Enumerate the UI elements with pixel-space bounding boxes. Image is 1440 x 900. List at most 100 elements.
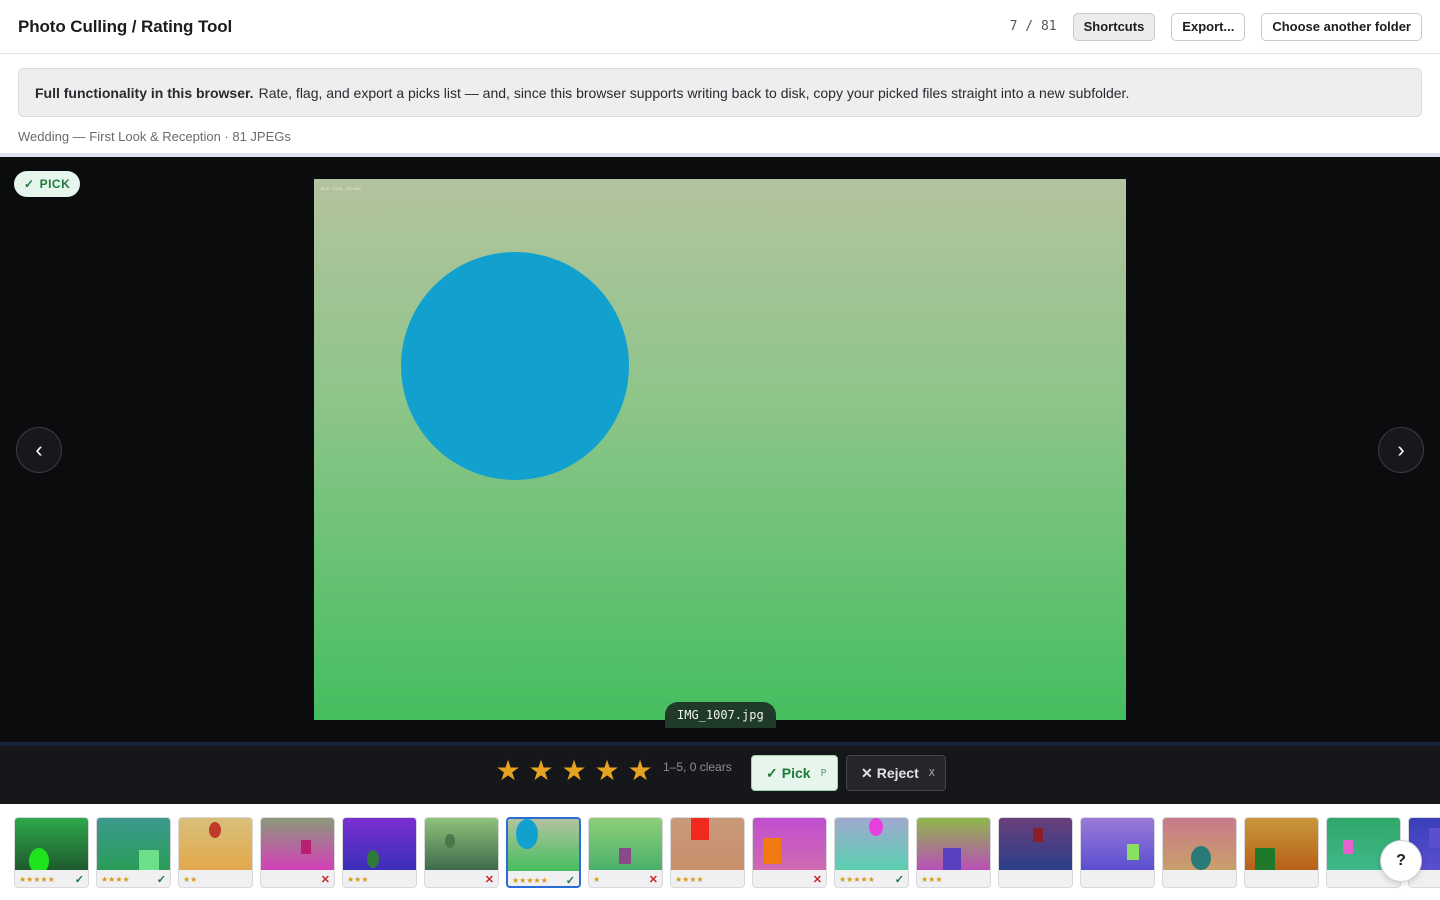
close-icon: ✕ (861, 764, 873, 781)
check-icon: ✓ (24, 177, 35, 191)
banner-text: Rate, flag, and export a picks list — an… (258, 84, 1130, 101)
thumbnail-subject-shape (29, 848, 49, 870)
thumbnail-subject-shape (209, 822, 221, 838)
top-bar-actions: 7 / 81 Shortcuts Export... Choose anothe… (1010, 12, 1422, 41)
thumbnail-subject-shape (943, 848, 961, 870)
thumbnail-image (1163, 818, 1236, 870)
filmstrip-thumbnail[interactable]: ★★★★★ ✓ (14, 817, 89, 888)
thumbnail-image (261, 818, 334, 870)
thumbnail-subject-shape (1127, 844, 1139, 860)
close-icon: ✕ (320, 873, 330, 886)
thumbnail-subject-shape (1429, 828, 1440, 848)
thumbnail-status-bar: ★★★★★ ✓ (835, 870, 908, 887)
filmstrip-thumbnail[interactable]: ✕ (424, 817, 499, 888)
star-icon[interactable]: ★ (627, 757, 653, 785)
thumbnail-status-bar: ★★★★ (671, 870, 744, 887)
thumbnail-image (835, 818, 908, 870)
thumbnail-status-bar: ★★★ (343, 870, 416, 887)
filmstrip-thumbnail[interactable]: ★★★★ (670, 817, 745, 888)
filmstrip-thumbnail[interactable]: ✕ (752, 817, 827, 888)
thumbnail-status-bar (1245, 870, 1318, 887)
reject-button[interactable]: ✕ Reject X (846, 755, 946, 791)
filmstrip-thumbnail[interactable]: ★★★ (916, 817, 991, 888)
thumbnail-status-bar (999, 870, 1072, 887)
filmstrip-thumbnail[interactable] (1244, 817, 1319, 888)
thumbnail-status-bar: ✕ (261, 870, 334, 887)
check-icon: ✓ (894, 873, 904, 886)
filmstrip-thumbnail[interactable]: ★★ (178, 817, 253, 888)
check-icon: ✓ (156, 873, 166, 886)
thumbnail-status-bar: ★★★★★ ✓ (508, 871, 579, 887)
thumbnail-status-bar: ★★★★ ✓ (97, 870, 170, 887)
app-title: Photo Culling / Rating Tool (18, 16, 233, 36)
thumbnail-subject-shape (1033, 828, 1043, 842)
thumbnail-image (1245, 818, 1318, 870)
main-photo: f/2.8 · 1/125 · ISO 400 (314, 179, 1126, 720)
banner-bold-text: Full functionality in this browser. (35, 84, 254, 101)
thumbnail-subject-shape (516, 819, 538, 849)
thumbnail-status-bar: ✕ (425, 870, 498, 887)
photo-viewer: ✓ PICK ‹ f/2.8 · 1/125 · ISO 400 IMG_100… (0, 157, 1440, 742)
photo-exif-overlay: f/2.8 · 1/125 · ISO 400 (321, 186, 361, 191)
thumbnail-stars: ★★★★★ (839, 874, 875, 884)
photo-filename: IMG_1007.jpg (665, 702, 776, 728)
thumbnail-subject-shape (1343, 840, 1353, 854)
thumbnail-subject-shape (869, 818, 883, 836)
thumbnail-filmstrip[interactable]: ★★★★★ ✓ ★★★★ ✓ ★★ ✕ ★★★ ✕ ★★★★★ ✓ ★ ✕ ★★★★ ✕ ★★★★★ ✓ ★★★ (0, 804, 1440, 900)
thumbnail-image (508, 819, 579, 871)
reject-button-label: Reject (876, 765, 919, 781)
thumbnail-stars: ★★★★ (101, 874, 130, 884)
thumbnail-stars: ★★★★★ (19, 874, 55, 884)
album-subtitle: Wedding — First Look & Reception · 81 JP… (18, 129, 291, 144)
close-icon: ✕ (484, 873, 494, 886)
top-bar: Photo Culling / Rating Tool 7 / 81 Short… (0, 0, 1440, 54)
thumbnail-subject-shape (1191, 846, 1211, 870)
filmstrip-thumbnail[interactable]: ★★★★★ ✓ (506, 817, 581, 888)
close-icon: ✕ (812, 873, 822, 886)
shortcuts-button[interactable]: Shortcuts (1072, 12, 1156, 41)
thumbnail-image (343, 818, 416, 870)
thumbnail-image (425, 818, 498, 870)
help-button[interactable]: ? (1380, 840, 1422, 882)
thumbnail-image (179, 818, 252, 870)
thumbnail-subject-shape (367, 850, 379, 868)
capability-banner: Full functionality in this browser. Rate… (18, 68, 1422, 117)
thumbnail-stars: ★★★ (347, 874, 369, 884)
pick-shortcut-key: P (820, 767, 827, 779)
thumbnail-image (999, 818, 1072, 870)
filmstrip-thumbnail[interactable]: ★★★ (342, 817, 417, 888)
chevron-left-icon: ‹ (35, 437, 43, 462)
chevron-right-icon: › (1397, 437, 1405, 462)
thumbnail-status-bar: ★ ✕ (589, 870, 662, 887)
thumbnail-image (753, 818, 826, 870)
filmstrip-thumbnail[interactable]: ★★★★ ✓ (96, 817, 171, 888)
thumbnail-image (15, 818, 88, 870)
thumbnail-status-bar (1081, 870, 1154, 887)
pick-button[interactable]: ✓ Pick P (751, 755, 838, 791)
next-photo-button[interactable]: › (1378, 427, 1424, 473)
check-icon: ✓ (74, 873, 84, 886)
rating-controls: ★ ★ ★ ★ ★ 1–5, 0 clears ✓ Pick P ✕ Reject X (0, 746, 1440, 804)
star-icon[interactable]: ★ (561, 757, 587, 785)
previous-photo-button[interactable]: ‹ (16, 427, 62, 473)
thumbnail-stars: ★★★ (921, 874, 943, 884)
filmstrip-thumbnail[interactable] (1162, 817, 1237, 888)
filmstrip-thumbnail[interactable] (998, 817, 1073, 888)
choose-folder-button[interactable]: Choose another folder (1261, 12, 1422, 41)
star-icon[interactable]: ★ (495, 757, 521, 785)
thumbnail-stars: ★★★★ (675, 874, 704, 884)
pick-badge-label: PICK (39, 177, 71, 191)
thumbnail-subject-shape (691, 818, 709, 840)
thumbnail-subject-shape (445, 834, 455, 848)
filmstrip-thumbnail[interactable]: ✕ (260, 817, 335, 888)
thumbnail-status-bar: ★★★★★ ✓ (15, 870, 88, 887)
export-button[interactable]: Export... (1171, 12, 1246, 41)
filmstrip-thumbnail[interactable]: ★★★★★ ✓ (834, 817, 909, 888)
filmstrip-thumbnail[interactable]: ★ ✕ (588, 817, 663, 888)
filmstrip-thumbnail[interactable] (1080, 817, 1155, 888)
thumbnail-subject-shape (301, 840, 311, 854)
thumbnail-status-bar: ✕ (753, 870, 826, 887)
star-icon[interactable]: ★ (594, 757, 620, 785)
star-icon[interactable]: ★ (528, 757, 554, 785)
pick-status-badge: ✓ PICK (14, 171, 81, 197)
